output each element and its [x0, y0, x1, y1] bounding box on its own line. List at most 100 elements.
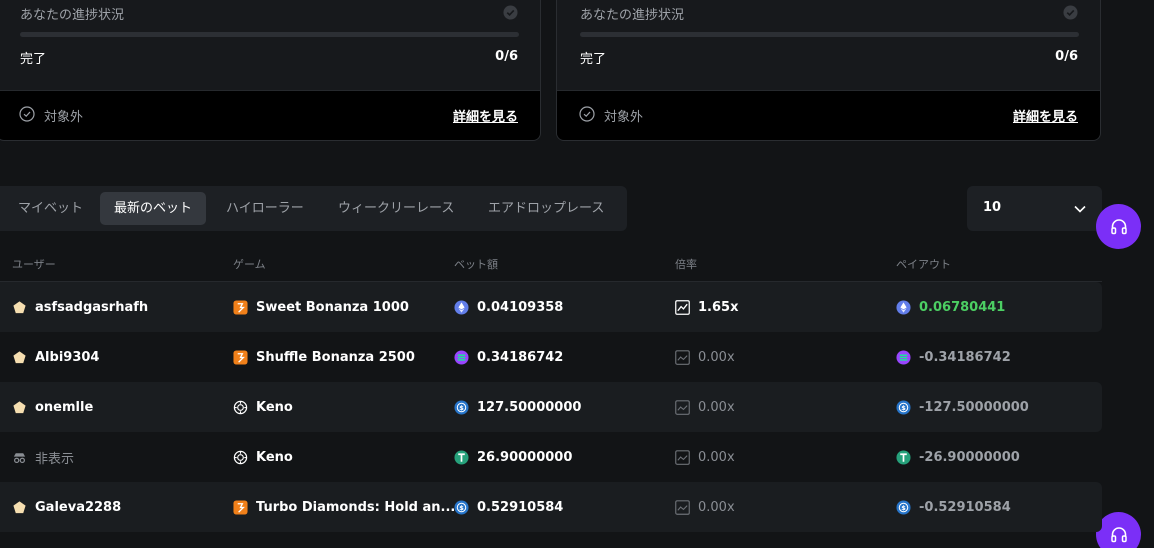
- usdt-icon: [896, 449, 911, 465]
- progress-card: あなたの進捗状況 完了 0/6 対象外 詳細を見る: [556, 0, 1101, 141]
- page-size-select[interactable]: 10: [967, 186, 1102, 231]
- game-name: Turbo Diamonds: Hold an...: [256, 499, 456, 515]
- completed-label: 完了: [580, 52, 607, 67]
- user-cell[interactable]: Galeva2288: [12, 482, 121, 532]
- tab-my-bets[interactable]: マイベット: [4, 192, 97, 225]
- slot-icon: [233, 349, 248, 365]
- bet-amount-cell: 26.90000000: [454, 432, 572, 482]
- multiplier: 0.00x: [698, 449, 735, 465]
- bet-amount: 0.52910584: [477, 499, 564, 515]
- support-chat-button[interactable]: [1096, 204, 1141, 249]
- eligibility-status: 対象外: [44, 110, 84, 125]
- game-cell[interactable]: Sweet Bonanza 1000: [233, 282, 409, 332]
- game-name: Shuffle Bonanza 2500: [256, 349, 415, 365]
- game-name: Sweet Bonanza 1000: [256, 299, 409, 315]
- game-cell[interactable]: Keno: [233, 382, 293, 432]
- check-outline-icon: [579, 106, 595, 122]
- multiplier: 1.65x: [698, 299, 739, 315]
- bet-amount: 26.90000000: [477, 449, 573, 465]
- game-cell[interactable]: Turbo Diamonds: Hold an...: [233, 482, 455, 532]
- progress-card: あなたの進捗状況 完了 0/6 対象外 詳細を見る: [0, 0, 541, 141]
- user-cell[interactable]: Albi9304: [12, 332, 99, 382]
- multiplier: 0.00x: [698, 499, 735, 515]
- payout: 0.06780441: [919, 299, 1006, 315]
- table-row[interactable]: Albi9304 Shuffle Bonanza 2500 0.34186742 0.…: [0, 332, 1102, 382]
- progress-bar: [20, 32, 519, 37]
- slot-icon: [233, 299, 248, 315]
- multiplier: 0.00x: [698, 399, 735, 415]
- multiplier-cell: 0.00x: [675, 482, 735, 532]
- multiplier-cell: 0.00x: [675, 432, 735, 482]
- username: Galeva2288: [35, 499, 122, 515]
- usdt-icon: [454, 449, 469, 465]
- bets-table-header: ユーザー ゲーム ベット額 倍率 ペイアウト: [0, 248, 1102, 282]
- bet-amount: 127.50000000: [477, 399, 582, 415]
- trend-lose-icon: [675, 349, 690, 365]
- view-details-link[interactable]: 詳細を見る: [453, 106, 518, 125]
- bet-amount: 0.34186742: [477, 349, 564, 365]
- payout: -0.52910584: [919, 499, 1011, 515]
- usdc-icon: $: [454, 399, 469, 415]
- multiplier-cell: 1.65x: [675, 282, 738, 332]
- table-row[interactable]: onemlle Keno $127.50000000 0.00x $ -127.50000…: [0, 382, 1102, 432]
- svg-text:$: $: [459, 503, 464, 511]
- column-user: ユーザー: [12, 258, 56, 271]
- column-game: ゲーム: [233, 258, 266, 271]
- svg-text:$: $: [901, 403, 906, 411]
- eth-icon: [454, 299, 469, 315]
- eth-icon: [896, 299, 911, 315]
- tab-weekly-race[interactable]: ウィークリーレース: [324, 192, 468, 225]
- page-size-value: 10: [983, 200, 1002, 215]
- trend-lose-icon: [675, 499, 690, 515]
- user-cell[interactable]: asfsadgasrhafh: [12, 282, 148, 332]
- keno-icon: [233, 400, 248, 415]
- game-name: Keno: [256, 449, 293, 465]
- usdc-icon: $: [896, 499, 911, 515]
- bet-amount-cell: $0.52910584: [454, 482, 563, 532]
- bet-amount-cell: $127.50000000: [454, 382, 581, 432]
- user-cell[interactable]: onemlle: [12, 382, 93, 432]
- support-chat-button[interactable]: [1096, 512, 1141, 548]
- game-name: Keno: [256, 399, 293, 415]
- pentagon-badge-icon: [12, 350, 27, 365]
- username: 非表示: [35, 451, 75, 467]
- completed-label: 完了: [20, 52, 47, 67]
- user-cell[interactable]: 非表示: [12, 432, 74, 482]
- payout-cell: -26.90000000: [896, 432, 1020, 482]
- pentagon-badge-icon: [12, 300, 27, 315]
- headphones-icon: [1110, 526, 1127, 542]
- multiplier: 0.00x: [698, 349, 735, 365]
- eligibility-status: 対象外: [604, 110, 644, 125]
- tab-latest-bets[interactable]: 最新のベット: [100, 192, 207, 225]
- tab-high-rollers[interactable]: ハイローラー: [212, 192, 318, 225]
- usdc-icon: $: [896, 399, 911, 415]
- completed-count: 0/6: [1055, 49, 1078, 64]
- chevron-down-icon: [1074, 205, 1086, 213]
- table-row[interactable]: Galeva2288 Turbo Diamonds: Hold an... $0.5…: [0, 482, 1102, 532]
- headphones-icon: [1110, 218, 1127, 234]
- game-cell[interactable]: Keno: [233, 432, 293, 482]
- progress-title: あなたの進捗状況: [580, 8, 685, 23]
- progress-title: あなたの進捗状況: [20, 8, 125, 23]
- table-row[interactable]: asfsadgasrhafh Sweet Bonanza 1000 0.041093…: [0, 282, 1102, 332]
- bet-amount: 0.04109358: [477, 299, 564, 315]
- column-bet-amount: ベット額: [454, 258, 498, 271]
- check-circle-icon: [1063, 5, 1078, 20]
- view-details-link[interactable]: 詳細を見る: [1013, 106, 1078, 125]
- trend-lose-icon: [675, 449, 690, 465]
- table-row[interactable]: 非表示 Keno 26.90000000 0.00x -26.90000000: [0, 432, 1102, 482]
- multiplier-cell: 0.00x: [675, 382, 735, 432]
- tab-airdrop-race[interactable]: エアドロップレース: [474, 192, 618, 225]
- game-cell[interactable]: Shuffle Bonanza 2500: [233, 332, 415, 382]
- payout: -0.34186742: [919, 349, 1011, 365]
- check-outline-icon: [19, 106, 35, 122]
- bet-amount-cell: 0.34186742: [454, 332, 563, 382]
- completed-count: 0/6: [495, 49, 518, 64]
- pentagon-badge-icon: [12, 400, 27, 415]
- username: Albi9304: [35, 349, 100, 365]
- multiplier-cell: 0.00x: [675, 332, 735, 382]
- sol-icon: [896, 349, 911, 365]
- payout-cell: 0.06780441: [896, 282, 1005, 332]
- payout: -26.90000000: [919, 449, 1020, 465]
- column-multiplier: 倍率: [675, 258, 697, 271]
